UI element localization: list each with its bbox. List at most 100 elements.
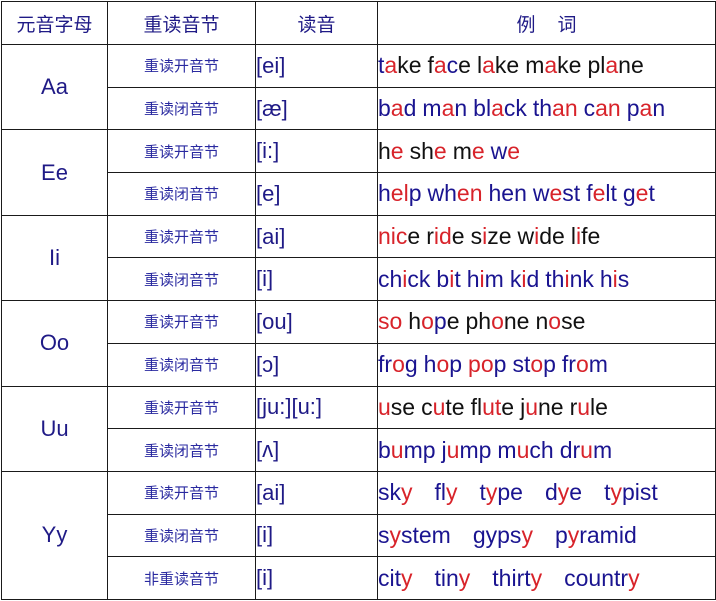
word-segment: h <box>378 137 391 164</box>
word-segment: th <box>532 95 553 122</box>
syllable-type-cell: 重读闭音节 <box>107 342 256 387</box>
word-segment: k <box>509 265 522 292</box>
table-row: Uu 重读开音节 [ju:][u:] use cute flute june rule <box>1 385 716 472</box>
word-segment: d <box>544 479 558 506</box>
phonetic-cell: [ou] <box>255 300 378 344</box>
highlighted-letters: y <box>401 564 413 591</box>
example-word: take <box>378 52 421 78</box>
highlighted-letters: po <box>468 351 494 378</box>
header-example-words: 例词 <box>377 1 716 45</box>
word-segment: w <box>490 137 508 164</box>
table-row: 非重读音节 [i] city tiny thirty country <box>2 556 716 600</box>
word-segment: pist <box>621 479 658 506</box>
example-word: city <box>378 565 413 591</box>
syllable-type-cell: 重读闭音节 <box>107 257 256 302</box>
example-word: his <box>600 266 629 292</box>
word-segment: n <box>454 95 468 122</box>
word-segment: p <box>554 521 568 548</box>
table-row: Oo 重读开音节 [ou] so hope phone nose <box>1 300 716 387</box>
highlighted-letters: y <box>567 521 580 548</box>
vowel-letter-cell: Ee <box>1 129 108 216</box>
word-segment: fr <box>561 351 576 378</box>
example-word: ride <box>426 223 464 249</box>
example-word: flute <box>471 394 514 420</box>
example-word: can <box>584 95 621 121</box>
highlighted-letters: o <box>575 351 589 378</box>
highlighted-letters: a <box>482 52 495 79</box>
word-segment: m <box>592 436 613 463</box>
example-word: man <box>422 95 467 121</box>
word-segment: le <box>590 393 608 420</box>
table-row: Ii 重读开音节 [ai] nice ride size wide life <box>1 214 716 302</box>
highlighted-letters: so <box>378 308 403 335</box>
word-segment: m <box>452 137 472 164</box>
highlighted-letters: an <box>552 95 578 122</box>
word-segment: t <box>454 265 461 292</box>
word-segment: h <box>423 351 437 378</box>
example-words-cell: nice ride size wide life <box>377 214 716 259</box>
highlighted-letters: u <box>580 436 593 463</box>
header-example-part2: 词 <box>557 13 577 36</box>
highlighted-letters: a <box>605 52 619 79</box>
word-segment: ne <box>537 393 564 420</box>
example-word: kid <box>510 266 539 292</box>
example-word: felt <box>586 180 617 206</box>
highlighted-letters: e <box>433 137 447 164</box>
highlighted-letters: a <box>441 95 455 122</box>
syllable-type-cell: 重读开音节 <box>107 470 256 515</box>
example-word: type <box>480 479 523 505</box>
highlighted-letters: u <box>432 393 446 420</box>
highlighted-letters: y <box>446 479 458 506</box>
word-segment: r <box>426 223 434 250</box>
example-word: when <box>428 180 483 206</box>
syllable-type-cell: 重读闭音节 <box>107 86 256 131</box>
word-segment: s <box>378 521 390 548</box>
highlighted-letters: y <box>389 521 402 548</box>
syllable-type-cell: 非重读音节 <box>107 556 256 600</box>
phonetic-cell: [æ] <box>255 86 378 131</box>
highlighted-letters: a <box>390 95 404 122</box>
example-words-cell: frog hop pop stop from <box>377 342 716 387</box>
highlighted-letters: o <box>421 308 434 335</box>
highlighted-letters: o <box>436 351 450 378</box>
example-word: hope <box>408 308 459 334</box>
header-stressed-syllable: 重读音节 <box>107 1 256 45</box>
table-row: 重读闭音节 [æ] bad man black than can pan <box>2 86 716 131</box>
example-word: bad <box>378 95 416 121</box>
example-word: pop <box>468 351 506 377</box>
example-word: life <box>571 223 600 249</box>
table-row: 重读闭音节 [i] chick bit him kid think his <box>2 257 716 302</box>
word-segment: ck <box>503 95 527 122</box>
word-segment: p <box>408 180 422 207</box>
word-segment: se <box>561 308 586 335</box>
word-segment: pe <box>497 479 523 506</box>
example-word: make <box>525 52 581 78</box>
word-segment: e <box>458 52 471 79</box>
example-words-cell: take face lake make plane <box>377 44 716 88</box>
example-word: he <box>378 138 404 164</box>
word-segment: e <box>451 223 465 250</box>
word-segment: n <box>535 308 549 335</box>
highlighted-letters: y <box>485 479 498 506</box>
word-segment: s <box>617 265 630 292</box>
word-segment: e <box>569 479 583 506</box>
word-segment: m <box>525 52 545 79</box>
word-segment: ne <box>503 308 530 335</box>
word-segment: nk <box>569 265 594 292</box>
vowel-letter-cell: Oo <box>1 300 108 387</box>
highlighted-letters: el <box>390 180 409 207</box>
word-segment: w <box>532 180 550 207</box>
example-words-cell: so hope phone nose <box>377 300 716 344</box>
word-segment: g <box>622 180 636 207</box>
syllable-type-cell: 重读闭音节 <box>107 172 256 216</box>
example-word: so <box>378 308 402 334</box>
highlighted-letters: a <box>544 52 558 79</box>
example-word: country <box>564 565 639 591</box>
example-word: rule <box>570 394 608 420</box>
word-segment: hen <box>488 180 527 207</box>
phonetic-cell: [i] <box>255 556 378 600</box>
word-segment: n <box>652 95 666 122</box>
word-segment: fe <box>581 223 601 250</box>
highlighted-letters: an <box>595 95 621 122</box>
example-word: nose <box>535 308 585 334</box>
